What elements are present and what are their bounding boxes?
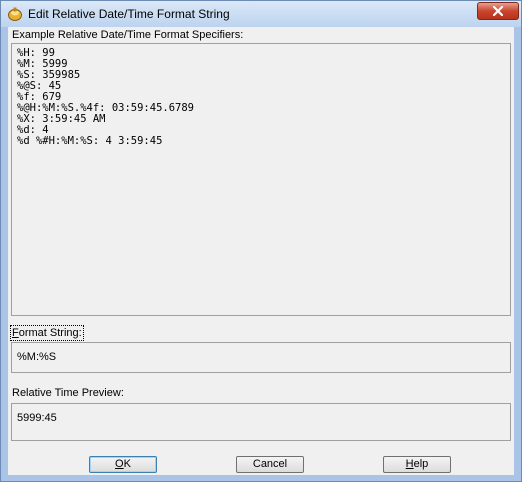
preview-label: Relative Time Preview:: [12, 387, 124, 399]
preview-box: 5999:45: [11, 403, 511, 441]
examples-box[interactable]: %H: 99 %M: 5999 %S: 359985 %@S: 45 %f: 679 %@…: [11, 43, 511, 316]
close-button[interactable]: [477, 2, 519, 20]
dialog-window: Edit Relative Date/Time Format String Ex…: [0, 0, 522, 482]
preview-value: 5999:45: [17, 412, 57, 424]
title-bar[interactable]: Edit Relative Date/Time Format String: [1, 1, 521, 27]
help-button[interactable]: Help: [383, 456, 451, 473]
ok-button[interactable]: OK: [89, 456, 157, 473]
cancel-button[interactable]: Cancel: [236, 456, 304, 473]
examples-label: Example Relative Date/Time Format Specif…: [12, 29, 244, 41]
format-string-input[interactable]: %M:%S: [11, 342, 511, 373]
format-string-value: %M:%S: [17, 351, 57, 363]
examples-list: %H: 99 %M: 5999 %S: 359985 %@S: 45 %f: 679 %@…: [17, 48, 194, 147]
app-icon: [7, 6, 23, 22]
dialog-body: Example Relative Date/Time Format Specif…: [8, 27, 514, 475]
window-title: Edit Relative Date/Time Format String: [28, 7, 230, 21]
example-line: %d %#H:%M:%S: 4 3:59:45: [17, 135, 163, 147]
format-string-label: Format String:: [10, 325, 84, 341]
